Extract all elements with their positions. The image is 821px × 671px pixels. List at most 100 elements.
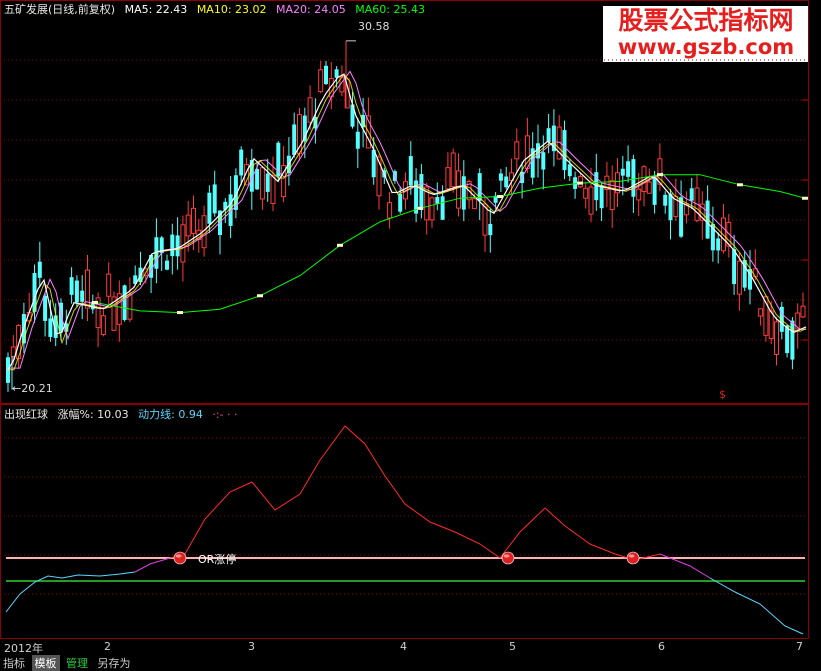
candle-body-down bbox=[732, 249, 737, 285]
candle-body-up bbox=[127, 293, 133, 320]
candle-body-down bbox=[790, 320, 795, 360]
candle-body-down bbox=[37, 261, 42, 278]
candle-body-down bbox=[324, 65, 328, 85]
ma60-marker bbox=[737, 183, 743, 187]
candle-body-down bbox=[74, 280, 79, 303]
candle-body-up bbox=[429, 197, 435, 221]
candle-body-up bbox=[450, 152, 456, 188]
candle-body-down bbox=[461, 176, 466, 210]
candle-body-up bbox=[636, 188, 642, 201]
candle-body-up bbox=[800, 305, 806, 318]
indicator-chart[interactable] bbox=[0, 404, 821, 639]
candle-body-down bbox=[488, 223, 493, 236]
candle-body-down bbox=[48, 318, 53, 337]
ma60-marker bbox=[417, 206, 423, 210]
candle-body-up bbox=[445, 167, 451, 190]
candle-body-down bbox=[504, 176, 509, 188]
candle-body-down bbox=[239, 149, 244, 176]
limit-up-annotation: OR涨停 bbox=[198, 553, 237, 566]
date-tick: 5 bbox=[509, 640, 516, 653]
candlestick-chart[interactable] bbox=[0, 0, 821, 404]
candle-body-up bbox=[180, 224, 186, 263]
candle-body-up bbox=[259, 167, 265, 200]
tab-save-as[interactable]: 另存为 bbox=[95, 655, 134, 671]
date-tick: 2012年 bbox=[4, 642, 43, 655]
candle-body-down bbox=[80, 290, 85, 302]
candle-body-down bbox=[541, 152, 546, 170]
candle-body-up bbox=[768, 310, 774, 339]
candle-body-down bbox=[663, 194, 668, 206]
date-tick: 7 bbox=[796, 640, 803, 653]
tab-template[interactable]: 模板 bbox=[31, 655, 60, 671]
candle-body-up bbox=[270, 175, 276, 204]
ma60-marker bbox=[497, 195, 503, 199]
candle-body-down bbox=[122, 285, 127, 320]
tab-manage[interactable]: 管理 bbox=[63, 655, 91, 671]
power-line-red bbox=[169, 425, 661, 561]
candle-body-down bbox=[212, 184, 217, 214]
red-ball-marker bbox=[173, 551, 187, 565]
candle-body-down bbox=[265, 173, 270, 192]
candle-body-up bbox=[736, 260, 742, 295]
candle-body-down bbox=[546, 128, 551, 142]
power-line-magenta bbox=[134, 557, 171, 573]
date-tick: 3 bbox=[248, 640, 255, 653]
candle-body-up bbox=[10, 346, 16, 357]
candle-body-down bbox=[562, 130, 567, 171]
red-ball-highlight bbox=[503, 554, 510, 558]
red-ball-highlight bbox=[628, 554, 635, 558]
candle-body-down bbox=[599, 185, 604, 209]
red-ball-marker bbox=[626, 551, 640, 565]
candle-body-down bbox=[408, 156, 413, 186]
ma60-marker bbox=[337, 243, 343, 247]
candle-body-up bbox=[318, 69, 324, 93]
power-line-cyan bbox=[5, 571, 136, 613]
red-ball-highlight bbox=[175, 554, 182, 558]
ma60-marker bbox=[257, 294, 263, 298]
candle-body-down bbox=[398, 193, 403, 212]
candle-body-down bbox=[498, 173, 503, 181]
candle-body-up bbox=[583, 187, 589, 199]
candle-body-down bbox=[207, 192, 212, 224]
candle-body-down bbox=[785, 325, 790, 354]
ma60-marker bbox=[802, 196, 808, 200]
candle-body-down bbox=[175, 235, 180, 257]
candle-body-up bbox=[588, 186, 594, 215]
ma60-marker bbox=[92, 300, 98, 304]
candle-body-down bbox=[716, 238, 721, 251]
candle-body-up bbox=[514, 141, 520, 160]
candle-body-down bbox=[355, 131, 360, 149]
candle-body-up bbox=[471, 198, 477, 210]
candle-body-down bbox=[165, 260, 169, 270]
bottom-tab-bar: 指标 模板 管理 另存为 bbox=[0, 655, 134, 671]
candle-body-up bbox=[387, 202, 393, 219]
power-line-cyan-2 bbox=[709, 577, 804, 635]
candle-body-down bbox=[292, 124, 297, 155]
candle-body-down bbox=[440, 196, 445, 220]
candle-body-up bbox=[106, 273, 112, 297]
chart-frame bbox=[0, 0, 809, 404]
candle-body-down bbox=[170, 234, 175, 257]
candle-body-down bbox=[334, 69, 339, 78]
date-tick: 6 bbox=[658, 640, 665, 653]
candle-body-down bbox=[689, 188, 694, 201]
candle-body-down bbox=[69, 277, 74, 295]
candle-body-down bbox=[567, 164, 572, 177]
candle-body-down bbox=[620, 168, 625, 176]
indicator-frame bbox=[0, 404, 809, 639]
candle-body-down bbox=[652, 177, 657, 205]
candle-body-up bbox=[191, 207, 196, 234]
high-price-label: 30.58 bbox=[358, 20, 390, 33]
candle-body-down bbox=[255, 169, 260, 190]
candle-body-down bbox=[435, 197, 440, 204]
tab-indicator[interactable]: 指标 bbox=[0, 655, 28, 671]
ma60-marker bbox=[177, 311, 183, 315]
candle-body-up bbox=[456, 170, 461, 209]
ma60-marker bbox=[577, 181, 583, 185]
low-price-label: ←20.21 bbox=[12, 382, 53, 395]
candle-body-up bbox=[185, 214, 191, 237]
candle-body-up bbox=[100, 315, 106, 336]
candle-body-down bbox=[43, 295, 48, 321]
date-tick: 4 bbox=[400, 640, 407, 653]
candle-body-down bbox=[626, 161, 631, 177]
